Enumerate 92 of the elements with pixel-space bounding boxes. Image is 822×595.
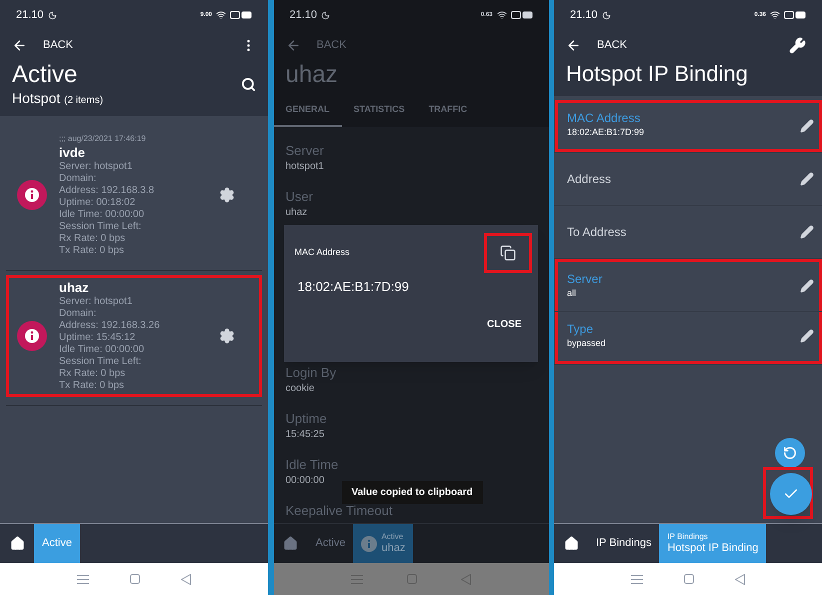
form-field-row[interactable]: To Address [555, 206, 822, 258]
form-field-row[interactable]: Server all [555, 258, 822, 310]
item-detail: Session Time Left: [59, 220, 142, 233]
session-item[interactable]: ;;; aug/23/2021 17:46:19 ivde Server: hotspot1 Domain: Address: 192.168.3.8 Uptime: 00:18:02 Idle Time: 00:00:00 Session Time Left: Rx Rate: 0 bps Tx Rate: 0 bps [6, 128, 262, 262]
field-value: 00:00:00 [286, 474, 324, 488]
settings-icon[interactable] [219, 186, 235, 203]
status-time: 21.10 [290, 8, 318, 23]
menu-icon[interactable] [630, 574, 643, 584]
battery-icon [230, 11, 252, 19]
dialog-label: MAC Address [294, 246, 350, 260]
status-time: 21.10 [16, 8, 44, 23]
field-value: bypassed [567, 336, 607, 350]
item-detail: Server: hotspot1 [59, 296, 134, 308]
item-detail: Domain: [59, 172, 98, 185]
back-link[interactable]: BACK [43, 36, 73, 54]
back-triangle-icon[interactable] [735, 574, 746, 584]
wrench-icon[interactable] [789, 36, 806, 54]
field-value: cookie [286, 382, 314, 396]
menu-icon[interactable] [76, 574, 89, 584]
search-icon[interactable] [241, 76, 256, 92]
item-name: ivde [59, 144, 86, 161]
field-value: uhaz [286, 206, 308, 220]
item-detail: Idle Time: 00:00:00 [59, 208, 146, 221]
wifi-icon [770, 10, 780, 20]
field-label: Keepalive Timeout [286, 503, 392, 520]
item-timestamp: ;;; aug/23/2021 17:46:19 [59, 132, 147, 144]
item-detail: Idle Time: 00:00:00 [59, 344, 146, 356]
reset-button[interactable] [775, 438, 805, 468]
reset-icon [783, 446, 797, 460]
edit-icon[interactable] [800, 172, 814, 186]
item-detail: Uptime: 00:18:02 [59, 196, 136, 209]
dialog-value: 18:02:AE:B1:7D:99 [296, 278, 410, 296]
back-link[interactable]: BACK [597, 36, 627, 54]
item-detail: Rx Rate: 0 bps [59, 368, 126, 380]
wifi-icon [216, 10, 226, 20]
home-square-icon[interactable] [130, 574, 140, 584]
item-detail: Session Time Left: [59, 356, 142, 368]
close-button[interactable]: CLOSE [487, 316, 522, 332]
breadcrumb-tab[interactable]: IP Bindings [588, 524, 660, 563]
field-value: 15:45:25 [286, 428, 324, 442]
status-time: 21.10 [570, 8, 598, 23]
field-label: To Address [567, 224, 628, 240]
field-value: hotspot1 [286, 160, 324, 174]
item-detail: Tx Rate: 0 bps [59, 380, 126, 392]
field-label: User [286, 189, 313, 206]
form-field-row[interactable]: Address [555, 152, 822, 204]
toast: Value copied to clipboard [342, 481, 483, 504]
battery-icon [510, 11, 532, 19]
page-title: uhaz [284, 60, 339, 90]
field-value: all [567, 286, 578, 300]
edit-icon[interactable] [800, 224, 814, 238]
field-label: MAC Address [567, 111, 642, 126]
page-title: Hotspot IP Binding [565, 60, 749, 88]
session-item[interactable]: uhaz Server: hotspot1 Domain: Address: 192.168.3.26 Uptime: 15:45:12 Idle Time: 00:00:00 Session Time Left: Rx Rate: 0 bps Tx Rate: 0 bps [6, 274, 262, 397]
field-label: Uptime [286, 411, 327, 428]
form-field-row[interactable]: Type bypassed [555, 312, 822, 364]
moon-icon [48, 10, 57, 20]
page-title: Active [12, 60, 78, 90]
settings-icon[interactable] [219, 328, 235, 344]
item-detail: Uptime: 15:45:12 [59, 332, 136, 344]
field-label: Server [567, 272, 604, 287]
moon-icon [602, 10, 611, 20]
save-button[interactable] [770, 473, 812, 515]
edit-icon[interactable] [800, 118, 814, 132]
field-value: 18:02:AE:B1:7D:99 [567, 126, 646, 140]
item-detail: Rx Rate: 0 bps [59, 232, 126, 245]
item-name: uhaz [59, 280, 90, 296]
page-subtitle: Hotspot (2 items) [12, 90, 104, 108]
back-triangle-icon[interactable] [181, 574, 192, 584]
field-label: Address [567, 170, 612, 188]
copy-button[interactable] [484, 233, 532, 273]
form-field-row[interactable]: MAC Address 18:02:AE:B1:7D:99 [555, 100, 822, 152]
item-detail: Address: 192.168.3.26 [59, 320, 161, 332]
item-detail: Domain: [59, 308, 98, 320]
info-icon [17, 320, 47, 351]
edit-icon[interactable] [800, 329, 814, 343]
field-label: Type [567, 322, 594, 337]
wifi-icon [496, 10, 506, 20]
breadcrumb-tab[interactable]: Active [308, 524, 354, 563]
info-icon [17, 180, 47, 210]
field-label: Idle Time [286, 457, 338, 474]
item-detail: Server: hotspot1 [59, 160, 134, 173]
field-label: Server [286, 143, 324, 160]
info-icon [361, 536, 378, 552]
moon-icon [321, 10, 330, 20]
item-detail: Tx Rate: 0 bps [59, 244, 126, 257]
field-label: Login By [286, 365, 336, 382]
edit-icon[interactable] [800, 279, 814, 293]
copy-icon [500, 245, 516, 261]
battery-icon [784, 11, 806, 19]
home-square-icon[interactable] [684, 574, 694, 584]
item-detail: Address: 192.168.3.8 [59, 184, 156, 197]
